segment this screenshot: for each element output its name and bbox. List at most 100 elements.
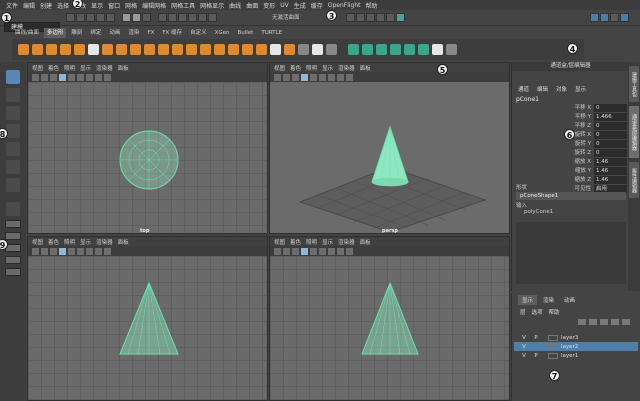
smooth-shade-icon[interactable] (59, 73, 66, 81)
split-polygon-icon[interactable] (326, 44, 337, 55)
extrude-icon[interactable] (348, 44, 359, 55)
vp-menu-panels[interactable]: 面板 (360, 238, 371, 246)
vp-menu-lighting[interactable]: 照明 (306, 238, 317, 246)
menu-generate[interactable]: 生成 (294, 1, 306, 10)
menu-curves[interactable]: 曲线 (229, 1, 241, 10)
vp-menu-panels[interactable]: 面板 (118, 64, 129, 72)
toggle-tool-settings-icon[interactable] (610, 13, 619, 22)
last-tool-icon[interactable] (6, 178, 20, 192)
save-scene-icon[interactable] (86, 13, 95, 22)
viewport-top[interactable]: 视图 着色 照明 显示 渲染器 面板 top (27, 62, 268, 234)
menu-mesh-tools[interactable]: 网格工具 (171, 1, 195, 10)
poly-cube-icon[interactable] (32, 44, 43, 55)
menu-window[interactable]: 窗口 (108, 1, 120, 10)
boolean-icon[interactable] (284, 44, 295, 55)
menu-uv[interactable]: UV (280, 2, 289, 9)
render-settings-icon[interactable] (346, 13, 355, 22)
attr-value[interactable]: 1.46 (594, 158, 627, 166)
smooth-shade-icon[interactable] (301, 247, 308, 255)
move-layer-down-icon[interactable] (589, 319, 597, 325)
lights-icon[interactable] (319, 247, 326, 255)
menu-mesh-display[interactable]: 网格显示 (200, 1, 224, 10)
menu-mesh[interactable]: 网格 (125, 1, 137, 10)
poly-pipe-icon[interactable] (158, 44, 169, 55)
isolate-icon[interactable] (104, 247, 111, 255)
snap-grid-icon[interactable] (158, 13, 167, 22)
render-setup-icon[interactable] (396, 13, 405, 22)
textured-icon[interactable] (310, 73, 317, 81)
vp-menu-show[interactable]: 显示 (322, 64, 333, 72)
vp-menu-shading[interactable]: 着色 (48, 64, 59, 72)
cb-menu-edit[interactable]: 编辑 (537, 85, 548, 93)
layer-name[interactable]: layer1 (561, 353, 578, 359)
poly-cylinder-icon[interactable] (46, 44, 57, 55)
poly-sphere-icon[interactable] (18, 44, 29, 55)
vp-menu-renderer[interactable]: 渲染器 (96, 64, 113, 72)
menu-deform[interactable]: 变形 (263, 1, 275, 10)
lights-icon[interactable] (77, 73, 84, 81)
xray-icon[interactable] (337, 247, 344, 255)
layer-settings-icon[interactable] (622, 319, 630, 325)
menu-create[interactable]: 创建 (40, 1, 52, 10)
layer-color-swatch[interactable] (548, 334, 558, 341)
menu-help[interactable]: 帮助 (366, 1, 378, 10)
poly-pyramid-icon[interactable] (130, 44, 141, 55)
shelf-tab-rigging[interactable]: 绑定 (87, 28, 104, 38)
layer-row[interactable]: V P layer1 (514, 351, 638, 360)
mirror-icon[interactable] (298, 44, 309, 55)
ipr-render-icon[interactable] (376, 13, 385, 22)
xray-icon[interactable] (337, 73, 344, 81)
separate-icon[interactable] (256, 44, 267, 55)
attr-row[interactable]: 旋转 Y0 (512, 140, 629, 148)
camera-icon[interactable] (32, 247, 39, 255)
poly-soccer-ball-icon[interactable] (200, 44, 211, 55)
vp-menu-view[interactable]: 视图 (32, 238, 43, 246)
target-weld-icon[interactable] (404, 44, 415, 55)
attr-row[interactable]: 旋转 Z0 (512, 149, 629, 157)
snap-point-icon[interactable] (178, 13, 187, 22)
grid-icon[interactable] (41, 247, 48, 255)
shelf-tab-fx[interactable]: FX (144, 28, 157, 38)
select-hierarchy-icon[interactable] (122, 13, 131, 22)
isolate-icon[interactable] (104, 73, 111, 81)
vp-menu-view[interactable]: 视图 (274, 64, 285, 72)
new-empty-layer-icon[interactable] (600, 319, 608, 325)
poly-super-shape-icon[interactable] (214, 44, 225, 55)
four-view-layout-icon[interactable] (5, 220, 21, 228)
attr-row[interactable]: 缩放 X 1.46 (512, 158, 629, 166)
poly-cone-icon[interactable] (60, 44, 71, 55)
attr-value[interactable]: 0 (594, 131, 627, 139)
select-component-icon[interactable] (142, 13, 151, 22)
tab-channel-box[interactable]: 通道盒/层编辑器 (629, 106, 639, 158)
side-by-side-layout-icon[interactable] (5, 232, 21, 240)
quad-draw-icon[interactable] (418, 44, 429, 55)
uv-editor-icon[interactable] (432, 44, 443, 55)
menu-cache[interactable]: 缓存 (311, 1, 323, 10)
lights-icon[interactable] (319, 73, 326, 81)
scale-tool-icon[interactable] (6, 160, 20, 174)
visibility-toggle[interactable]: V (520, 344, 528, 350)
shadows-icon[interactable] (328, 73, 335, 81)
poly-torus-icon[interactable] (74, 44, 85, 55)
attr-value[interactable]: 0 (594, 122, 627, 130)
append-polygon-icon[interactable] (312, 44, 323, 55)
vp-menu-show[interactable]: 显示 (80, 238, 91, 246)
menu-select[interactable]: 选择 (57, 1, 69, 10)
cb-menu-show[interactable]: 显示 (575, 85, 586, 93)
menu-edit[interactable]: 编辑 (23, 1, 35, 10)
vp-menu-lighting[interactable]: 照明 (306, 64, 317, 72)
vp-menu-shading[interactable]: 着色 (290, 64, 301, 72)
shelf-tab-xgen[interactable]: XGen (212, 28, 233, 38)
redo-icon[interactable] (106, 13, 115, 22)
shelf-tab-turtle[interactable]: TURTLE (258, 28, 285, 38)
playback-toggle[interactable]: P (532, 335, 540, 341)
new-layer-from-selection-icon[interactable] (611, 319, 619, 325)
visibility-toggle[interactable]: V (520, 353, 528, 359)
select-tool-icon[interactable] (6, 70, 20, 84)
bridge-icon[interactable] (362, 44, 373, 55)
xray-icon[interactable] (95, 247, 102, 255)
poly-disc-icon[interactable] (102, 44, 113, 55)
shelf-tab-rendering[interactable]: 渲染 (125, 28, 142, 38)
toggle-attribute-editor-icon[interactable] (600, 13, 609, 22)
new-scene-icon[interactable] (66, 13, 75, 22)
